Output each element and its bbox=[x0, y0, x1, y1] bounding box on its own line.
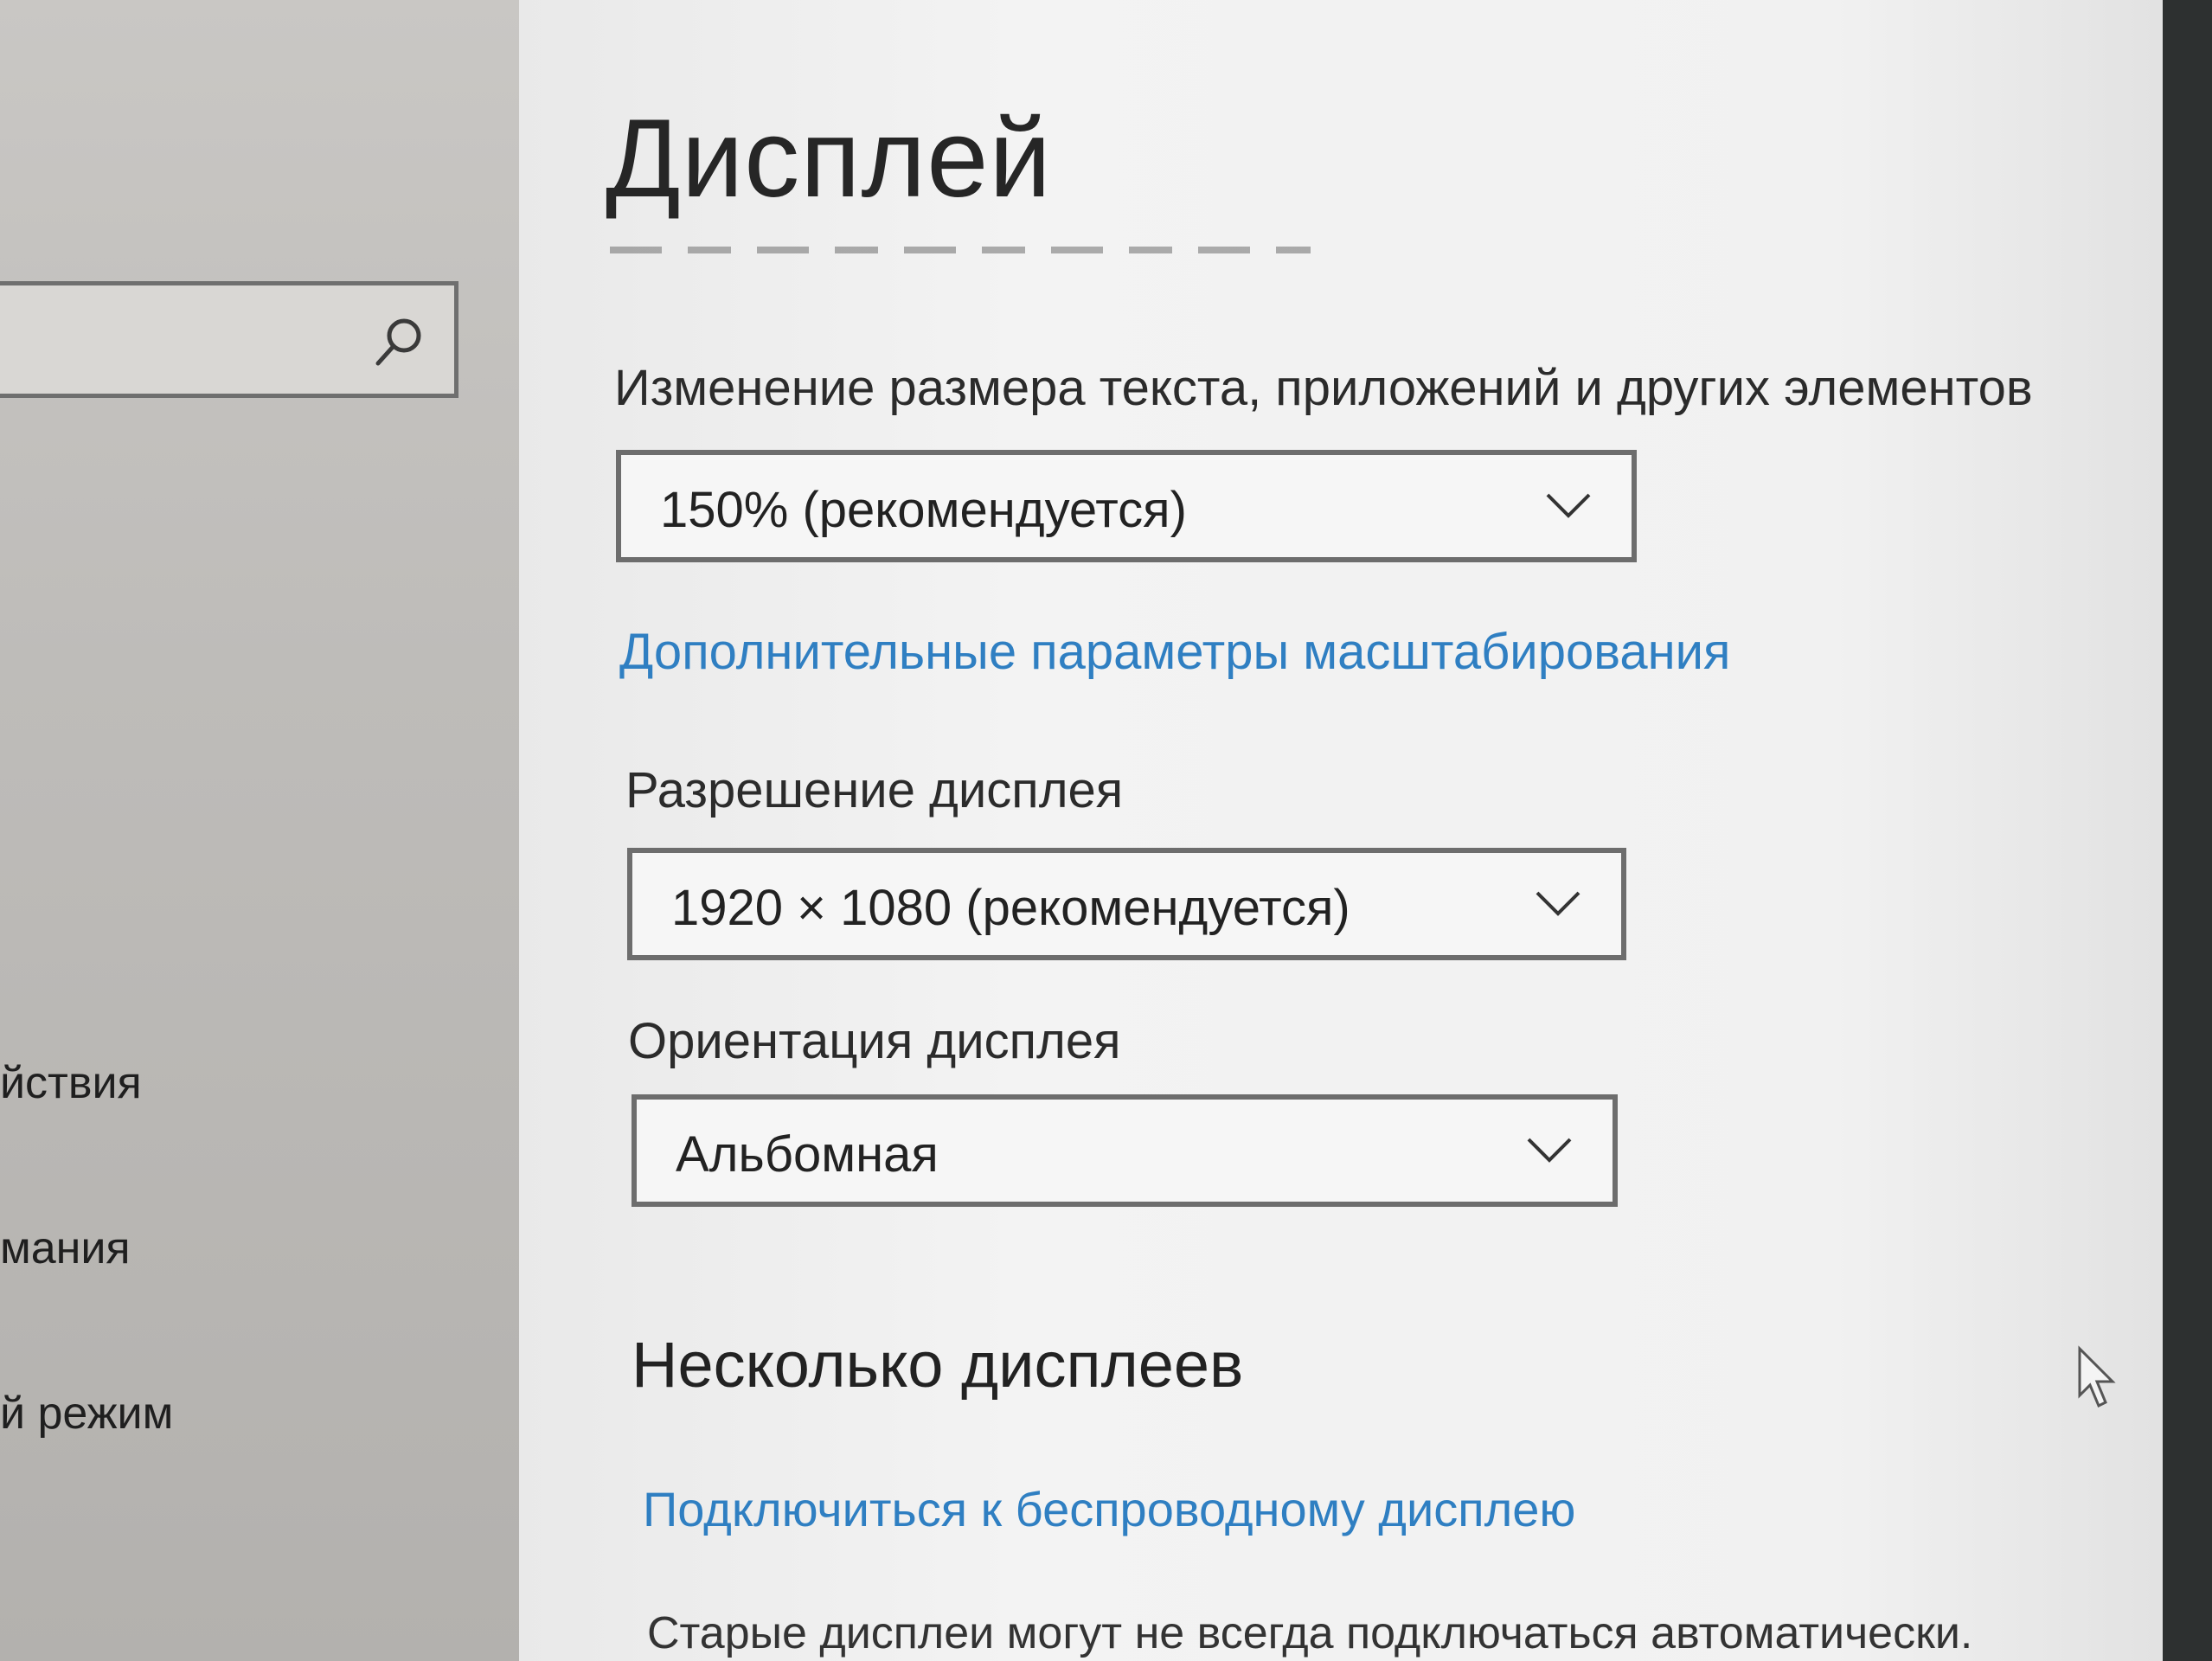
search-input[interactable] bbox=[0, 281, 458, 398]
scale-label: Изменение размера текста, приложений и д… bbox=[614, 360, 2033, 416]
scale-dropdown[interactable]: 150% (рекомендуется) bbox=[616, 450, 1637, 562]
multiple-displays-heading: Несколько дисплеев bbox=[632, 1329, 1244, 1401]
chevron-down-icon bbox=[1527, 1138, 1572, 1163]
main-content: Дисплей Изменение размера текста, прилож… bbox=[519, 0, 2163, 1661]
orientation-dropdown-value: Альбомная bbox=[676, 1126, 939, 1183]
resolution-label: Разрешение дисплея bbox=[625, 762, 1124, 818]
sidebar-item-3[interactable]: й режим bbox=[0, 1388, 173, 1440]
orientation-dropdown[interactable]: Альбомная bbox=[632, 1094, 1618, 1207]
resolution-dropdown-value: 1920 × 1080 (рекомендуется) bbox=[671, 880, 1350, 936]
sidebar-item-1[interactable]: йствия bbox=[0, 1057, 142, 1109]
orientation-label: Ориентация дисплея bbox=[628, 1013, 1121, 1069]
screen-bezel bbox=[2163, 0, 2212, 1661]
sidebar-item-2[interactable]: мания bbox=[0, 1222, 131, 1274]
connect-wireless-display-link[interactable]: Подключиться к беспроводному дисплею bbox=[643, 1481, 1575, 1537]
chevron-down-icon bbox=[1546, 493, 1591, 518]
scale-dropdown-value: 150% (рекомендуется) bbox=[660, 482, 1187, 538]
resolution-dropdown[interactable]: 1920 × 1080 (рекомендуется) bbox=[627, 848, 1626, 960]
sidebar: йствия мания й режим bbox=[0, 0, 536, 1661]
cut-off-heading bbox=[610, 247, 1311, 253]
advanced-scaling-link[interactable]: Дополнительные параметры масштабирования bbox=[619, 623, 1730, 681]
page-title: Дисплей bbox=[606, 97, 1052, 221]
settings-window: йствия мания й режим Дисплей Изменение р… bbox=[0, 0, 2212, 1661]
chevron-down-icon bbox=[1536, 891, 1580, 916]
mouse-cursor-icon bbox=[2078, 1345, 2116, 1408]
search-icon[interactable] bbox=[369, 311, 430, 372]
older-displays-note: Старые дисплеи могут не всегда подключат… bbox=[647, 1608, 1973, 1658]
